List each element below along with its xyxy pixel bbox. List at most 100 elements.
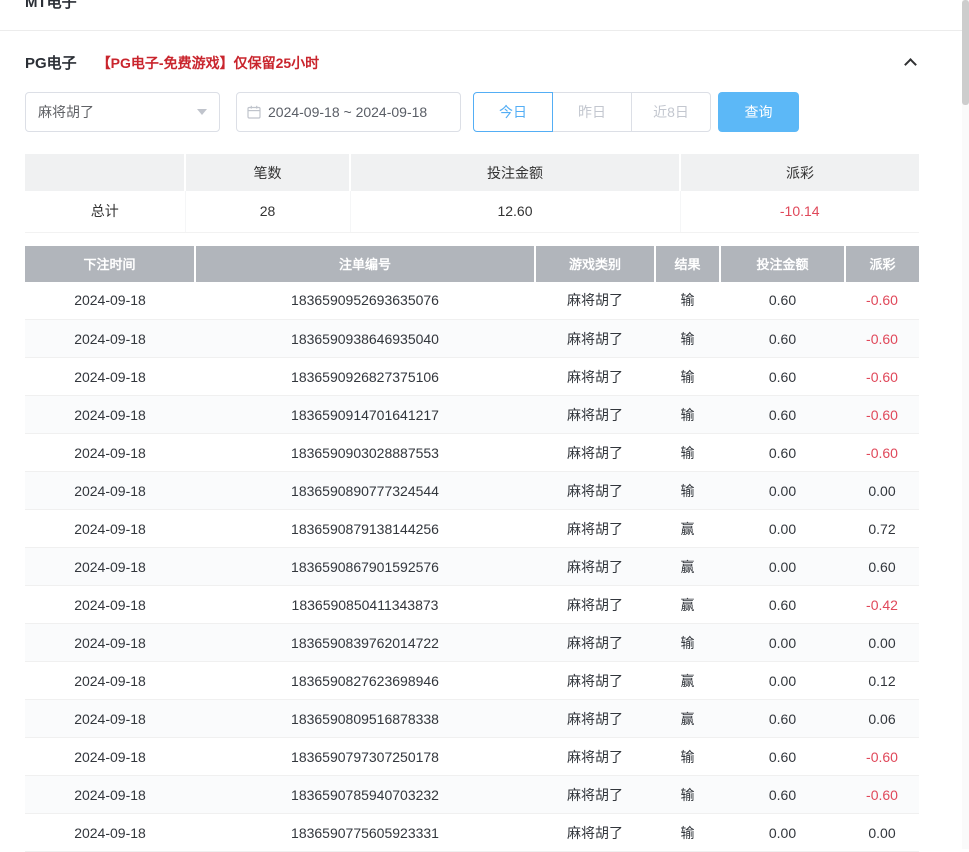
cell-payout: 0.00 [845, 472, 919, 510]
cell-result: 赢 [655, 662, 720, 700]
section-mt-title: MT电子 [25, 0, 77, 12]
cell-order-id: 1836590914701641217 [195, 396, 535, 434]
summary-total-label: 总计 [25, 191, 185, 232]
cell-bet-amount: 0.60 [720, 738, 845, 776]
cell-bet-amount: 0.00 [720, 472, 845, 510]
cell-bet-amount: 0.00 [720, 548, 845, 586]
cell-bet-amount: 0.60 [720, 282, 845, 320]
table-row: 2024-09-181836590850411343873麻将胡了赢0.60-0… [25, 586, 919, 624]
table-row: 2024-09-181836590952693635076麻将胡了输0.60-0… [25, 282, 919, 320]
cell-game-type: 麻将胡了 [535, 358, 655, 396]
cell-order-id: 1836590867901592576 [195, 548, 535, 586]
cell-bet-time: 2024-09-18 [25, 358, 195, 396]
cell-payout: -0.60 [845, 434, 919, 472]
cell-result: 赢 [655, 700, 720, 738]
table-row: 2024-09-181836590839762014722麻将胡了输0.000.… [25, 624, 919, 662]
summary-total-count: 28 [185, 191, 350, 232]
bet-records-table: 下注时间 注单编号 游戏类别 结果 投注金额 派彩 2024-09-181836… [25, 246, 919, 852]
cell-result: 赢 [655, 510, 720, 548]
date-range-input[interactable]: 2024-09-18 ~ 2024-09-18 [236, 92, 461, 132]
calendar-icon [247, 105, 261, 119]
cell-game-type: 麻将胡了 [535, 814, 655, 852]
cell-payout: -0.60 [845, 396, 919, 434]
cell-bet-time: 2024-09-18 [25, 396, 195, 434]
cell-game-type: 麻将胡了 [535, 396, 655, 434]
caret-down-icon [197, 109, 207, 115]
cell-bet-amount: 0.60 [720, 396, 845, 434]
cell-bet-time: 2024-09-18 [25, 472, 195, 510]
cell-bet-amount: 0.00 [720, 624, 845, 662]
cell-order-id: 1836590809516878338 [195, 700, 535, 738]
cell-result: 输 [655, 320, 720, 358]
header-bet-time: 下注时间 [25, 246, 195, 282]
cell-payout: -0.60 [845, 776, 919, 814]
cell-payout: 0.60 [845, 548, 919, 586]
cell-bet-amount: 0.60 [720, 700, 845, 738]
cell-bet-amount: 0.00 [720, 662, 845, 700]
quick-button-yesterday[interactable]: 昨日 [552, 92, 632, 132]
cell-payout: 0.06 [845, 700, 919, 738]
cell-order-id: 1836590938646935040 [195, 320, 535, 358]
filter-bar: 麻将胡了 2024-09-18 ~ 2024-09-18 今日 昨日 近8日 查… [25, 92, 944, 132]
cell-order-id: 1836590839762014722 [195, 624, 535, 662]
cell-result: 输 [655, 776, 720, 814]
cell-payout: -0.60 [845, 358, 919, 396]
cell-result: 输 [655, 814, 720, 852]
cell-order-id: 1836590879138144256 [195, 510, 535, 548]
cell-result: 输 [655, 624, 720, 662]
summary-header-payout: 派彩 [680, 154, 919, 191]
table-row: 2024-09-181836590785940703232麻将胡了输0.60-0… [25, 776, 919, 814]
cell-order-id: 1836590797307250178 [195, 738, 535, 776]
cell-game-type: 麻将胡了 [535, 700, 655, 738]
search-button[interactable]: 查询 [718, 92, 799, 132]
header-bet-amount: 投注金额 [720, 246, 845, 282]
cell-game-type: 麻将胡了 [535, 434, 655, 472]
header-result: 结果 [655, 246, 720, 282]
table-row: 2024-09-181836590879138144256麻将胡了赢0.000.… [25, 510, 919, 548]
summary-header-bet-amount: 投注金额 [350, 154, 680, 191]
cell-order-id: 1836590903028887553 [195, 434, 535, 472]
cell-bet-time: 2024-09-18 [25, 510, 195, 548]
cell-game-type: 麻将胡了 [535, 776, 655, 814]
cell-bet-amount: 0.00 [720, 510, 845, 548]
cell-bet-amount: 0.60 [720, 586, 845, 624]
scrollbar-thumb[interactable] [962, 0, 969, 105]
cell-order-id: 1836590890777324544 [195, 472, 535, 510]
cell-result: 赢 [655, 586, 720, 624]
cell-game-type: 麻将胡了 [535, 548, 655, 586]
summary-header-row: 笔数 投注金额 派彩 [25, 154, 919, 191]
cell-result: 输 [655, 472, 720, 510]
cell-result: 输 [655, 358, 720, 396]
report-page: MT电子 PG电子 【PG电子-免费游戏】仅保留25小时 麻将胡了 2024-0… [0, 0, 969, 852]
cell-payout: -0.60 [845, 320, 919, 358]
quick-button-last8days[interactable]: 近8日 [631, 92, 711, 132]
cell-payout: 0.00 [845, 624, 919, 662]
scrollbar-track[interactable] [962, 0, 969, 849]
cell-order-id: 1836590952693635076 [195, 282, 535, 320]
cell-bet-time: 2024-09-18 [25, 282, 195, 320]
cell-game-type: 麻将胡了 [535, 320, 655, 358]
table-row: 2024-09-181836590827623698946麻将胡了赢0.000.… [25, 662, 919, 700]
cell-bet-time: 2024-09-18 [25, 624, 195, 662]
cell-bet-amount: 0.00 [720, 814, 845, 852]
cell-bet-time: 2024-09-18 [25, 700, 195, 738]
table-row: 2024-09-181836590903028887553麻将胡了输0.60-0… [25, 434, 919, 472]
cell-game-type: 麻将胡了 [535, 624, 655, 662]
cell-bet-time: 2024-09-18 [25, 434, 195, 472]
cell-game-type: 麻将胡了 [535, 586, 655, 624]
section-mt-header: MT电子 [0, 0, 969, 31]
chevron-up-icon [904, 58, 917, 71]
game-select[interactable]: 麻将胡了 [25, 92, 220, 132]
cell-payout: 0.72 [845, 510, 919, 548]
summary-table: 笔数 投注金额 派彩 总计 28 12.60 -10.14 [25, 154, 919, 233]
date-range-value: 2024-09-18 ~ 2024-09-18 [268, 104, 427, 120]
collapse-section-button[interactable] [901, 56, 919, 70]
cell-bet-time: 2024-09-18 [25, 814, 195, 852]
cell-bet-time: 2024-09-18 [25, 776, 195, 814]
cell-payout: -0.42 [845, 586, 919, 624]
cell-bet-time: 2024-09-18 [25, 586, 195, 624]
table-row: 2024-09-181836590867901592576麻将胡了赢0.000.… [25, 548, 919, 586]
header-payout: 派彩 [845, 246, 919, 282]
quick-button-today[interactable]: 今日 [473, 92, 553, 132]
cell-result: 输 [655, 434, 720, 472]
